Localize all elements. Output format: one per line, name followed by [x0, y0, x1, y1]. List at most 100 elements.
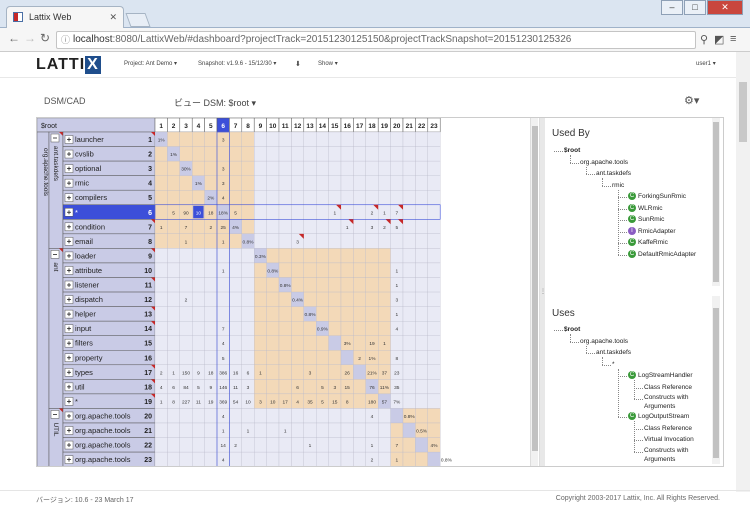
matrix-cell[interactable]: [179, 146, 193, 162]
page-vertical-scrollbar[interactable]: [736, 52, 750, 492]
matrix-cell[interactable]: [427, 306, 441, 322]
matrix-cell[interactable]: [254, 277, 267, 293]
matrix-cell[interactable]: [266, 175, 280, 191]
matrix-cell[interactable]: [291, 320, 304, 336]
matrix-cell[interactable]: [229, 131, 242, 147]
used-by-scrollbar[interactable]: [712, 118, 720, 286]
matrix-cell[interactable]: [427, 320, 441, 336]
matrix-cell[interactable]: [266, 320, 280, 336]
matrix-cell[interactable]: [378, 320, 391, 336]
matrix-cell[interactable]: [266, 451, 280, 466]
tree-node[interactable]: Class Reference: [644, 382, 692, 393]
matrix-cell[interactable]: [266, 350, 280, 365]
matrix-cell[interactable]: [278, 350, 292, 365]
matrix-cell[interactable]: [241, 175, 255, 191]
matrix-cell[interactable]: [316, 408, 329, 424]
matrix-cell[interactable]: [254, 379, 267, 395]
matrix-cell[interactable]: [254, 451, 267, 466]
matrix-cell[interactable]: [278, 204, 292, 220]
matrix-cell[interactable]: [415, 248, 428, 264]
matrix-cell[interactable]: [291, 262, 304, 278]
matrix-cell[interactable]: [316, 291, 329, 307]
matrix-cell[interactable]: [415, 393, 428, 409]
matrix-cell[interactable]: [365, 190, 379, 205]
matrix-cell[interactable]: [427, 393, 441, 409]
matrix-cell[interactable]: [241, 335, 255, 351]
matrix-cell[interactable]: [291, 248, 304, 264]
matrix-cell[interactable]: [402, 350, 416, 365]
matrix-cell[interactable]: [316, 175, 329, 191]
matrix-cell[interactable]: [303, 233, 317, 249]
matrix-cell[interactable]: [291, 219, 304, 235]
matrix-cell[interactable]: [340, 204, 354, 220]
matrix-cell[interactable]: [390, 160, 404, 176]
matrix-cell[interactable]: [154, 160, 168, 176]
matrix-cell[interactable]: [229, 190, 242, 205]
matrix-cell[interactable]: [204, 262, 218, 278]
matrix-cell[interactable]: [353, 277, 366, 293]
matrix-cell[interactable]: [353, 437, 366, 453]
matrix-cell[interactable]: [328, 219, 342, 235]
matrix-cell[interactable]: [303, 379, 317, 395]
matrix-cell[interactable]: [179, 408, 193, 424]
matrix-cell[interactable]: [254, 306, 267, 322]
matrix-cell[interactable]: [241, 219, 255, 235]
matrix-cell[interactable]: [278, 306, 292, 322]
matrix-cell[interactable]: [229, 248, 242, 264]
matrix-cell[interactable]: [340, 146, 354, 162]
matrix-cell[interactable]: [340, 233, 354, 249]
matrix-cell[interactable]: [216, 291, 230, 307]
matrix-cell[interactable]: [179, 320, 193, 336]
matrix-cell[interactable]: [278, 451, 292, 466]
matrix-cell[interactable]: [378, 291, 391, 307]
matrix-cell[interactable]: [154, 146, 168, 162]
matrix-cell[interactable]: [353, 364, 366, 380]
matrix-cell[interactable]: [278, 175, 292, 191]
matrix-cell[interactable]: [192, 248, 205, 264]
matrix-cell[interactable]: [229, 451, 242, 466]
scrollbar-thumb[interactable]: [713, 122, 719, 282]
matrix-cell[interactable]: [427, 364, 441, 380]
matrix-cell[interactable]: [179, 335, 193, 351]
matrix-cell[interactable]: [402, 160, 416, 176]
matrix-cell[interactable]: [378, 131, 391, 147]
matrix-cell[interactable]: [415, 408, 428, 424]
matrix-cell[interactable]: [167, 219, 180, 235]
matrix-cell[interactable]: [427, 262, 441, 278]
matrix-cell[interactable]: [340, 131, 354, 147]
matrix-cell[interactable]: [254, 160, 267, 176]
matrix-cell[interactable]: [192, 131, 205, 147]
matrix-cell[interactable]: [402, 291, 416, 307]
matrix-cell[interactable]: [229, 175, 242, 191]
matrix-cell[interactable]: [316, 350, 329, 365]
matrix-cell[interactable]: [192, 291, 205, 307]
matrix-cell[interactable]: [415, 204, 428, 220]
matrix-cell[interactable]: [402, 277, 416, 293]
back-arrow-icon[interactable]: ←: [8, 31, 20, 45]
matrix-cell[interactable]: [365, 320, 379, 336]
tree-node[interactable]: I RmicAdapter: [628, 226, 676, 237]
tree-node[interactable]: *: [612, 359, 615, 370]
matrix-cell[interactable]: [229, 335, 242, 351]
matrix-cell[interactable]: [353, 190, 366, 205]
matrix-cell[interactable]: [266, 437, 280, 453]
view-selector[interactable]: ビュー DSM: $root ▾: [174, 96, 256, 109]
matrix-cell[interactable]: [254, 204, 267, 220]
matrix-cell[interactable]: [353, 408, 366, 424]
matrix-cell[interactable]: [378, 262, 391, 278]
matrix-cell[interactable]: [316, 146, 329, 162]
matrix-cell[interactable]: [427, 408, 441, 424]
matrix-cell[interactable]: [254, 437, 267, 453]
matrix-cell[interactable]: [328, 190, 342, 205]
matrix-cell[interactable]: [427, 335, 441, 351]
matrix-cell[interactable]: [241, 408, 255, 424]
matrix-cell[interactable]: [378, 233, 391, 249]
matrix-cell[interactable]: [254, 350, 267, 365]
matrix-cell[interactable]: [340, 437, 354, 453]
user-menu[interactable]: user1 ▾: [696, 60, 716, 67]
matrix-cell[interactable]: [179, 190, 193, 205]
matrix-cell[interactable]: [365, 262, 379, 278]
matrix-cell[interactable]: [402, 248, 416, 264]
minimize-button[interactable]: –: [661, 0, 683, 15]
matrix-cell[interactable]: [216, 248, 230, 264]
